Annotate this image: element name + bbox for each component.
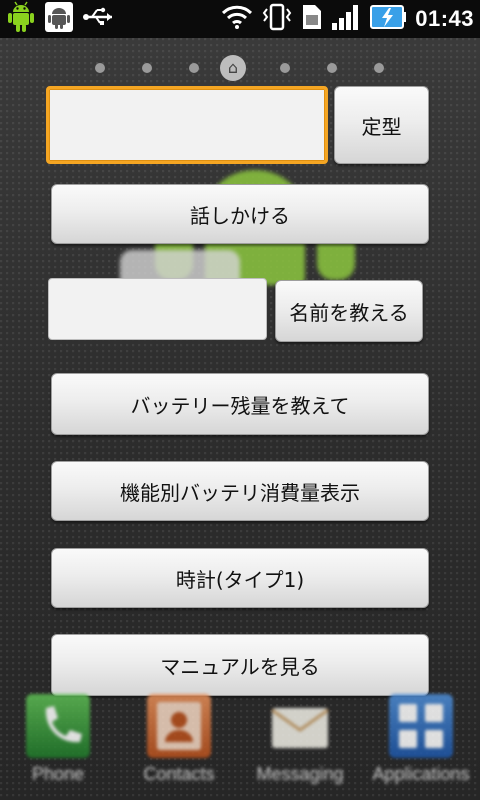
teach-name-button[interactable]: 名前を教える — [275, 280, 423, 342]
dock-item-contacts[interactable]: Contacts — [124, 690, 234, 800]
status-bar-left — [6, 1, 116, 37]
page-dot — [142, 63, 152, 73]
battery-remaining-button[interactable]: バッテリー残量を教えて — [51, 373, 429, 435]
page-dot — [189, 63, 199, 73]
dock-item-phone[interactable]: Phone — [3, 690, 113, 800]
signal-icon — [331, 3, 361, 35]
home-page-indicator: ⌂ — [95, 55, 395, 83]
vibrate-icon — [261, 3, 293, 35]
page-dot — [374, 63, 384, 73]
status-bar: 01:43 — [0, 0, 480, 38]
home-dock: Phone Contacts Messaging Applications — [0, 690, 480, 800]
sim-icon — [301, 3, 323, 35]
name-text-input[interactable] — [48, 278, 267, 340]
wifi-icon — [221, 4, 253, 34]
android-debug-icon — [44, 1, 74, 37]
status-time: 01:43 — [415, 6, 474, 31]
battery-by-function-button[interactable]: 機能別バッテリ消費量表示 — [51, 461, 429, 521]
talk-button[interactable]: 話しかける — [51, 184, 429, 244]
android-icon — [6, 1, 36, 37]
template-button[interactable]: 定型 — [334, 86, 429, 164]
page-dot — [280, 63, 290, 73]
dock-label: Contacts — [143, 764, 215, 784]
clock-type1-button[interactable]: 時計(タイプ1) — [51, 548, 429, 608]
usb-icon — [82, 5, 116, 33]
phone-icon — [26, 694, 90, 758]
page-dot — [95, 63, 105, 73]
dock-label: Applications — [372, 764, 470, 784]
battery-charging-icon — [369, 3, 407, 35]
dock-item-applications[interactable]: Applications — [366, 690, 476, 800]
page-dot — [327, 63, 337, 73]
applications-icon — [389, 694, 453, 758]
contacts-icon — [147, 694, 211, 758]
home-page-icon: ⌂ — [220, 55, 246, 81]
messaging-icon — [268, 694, 332, 758]
template-text-input[interactable] — [46, 86, 328, 164]
dock-label: Messaging — [256, 764, 344, 784]
manual-button[interactable]: マニュアルを見る — [51, 634, 429, 696]
status-bar-right: 01:43 — [221, 3, 474, 35]
dock-item-messaging[interactable]: Messaging — [245, 690, 355, 800]
dock-label: Phone — [31, 764, 85, 784]
